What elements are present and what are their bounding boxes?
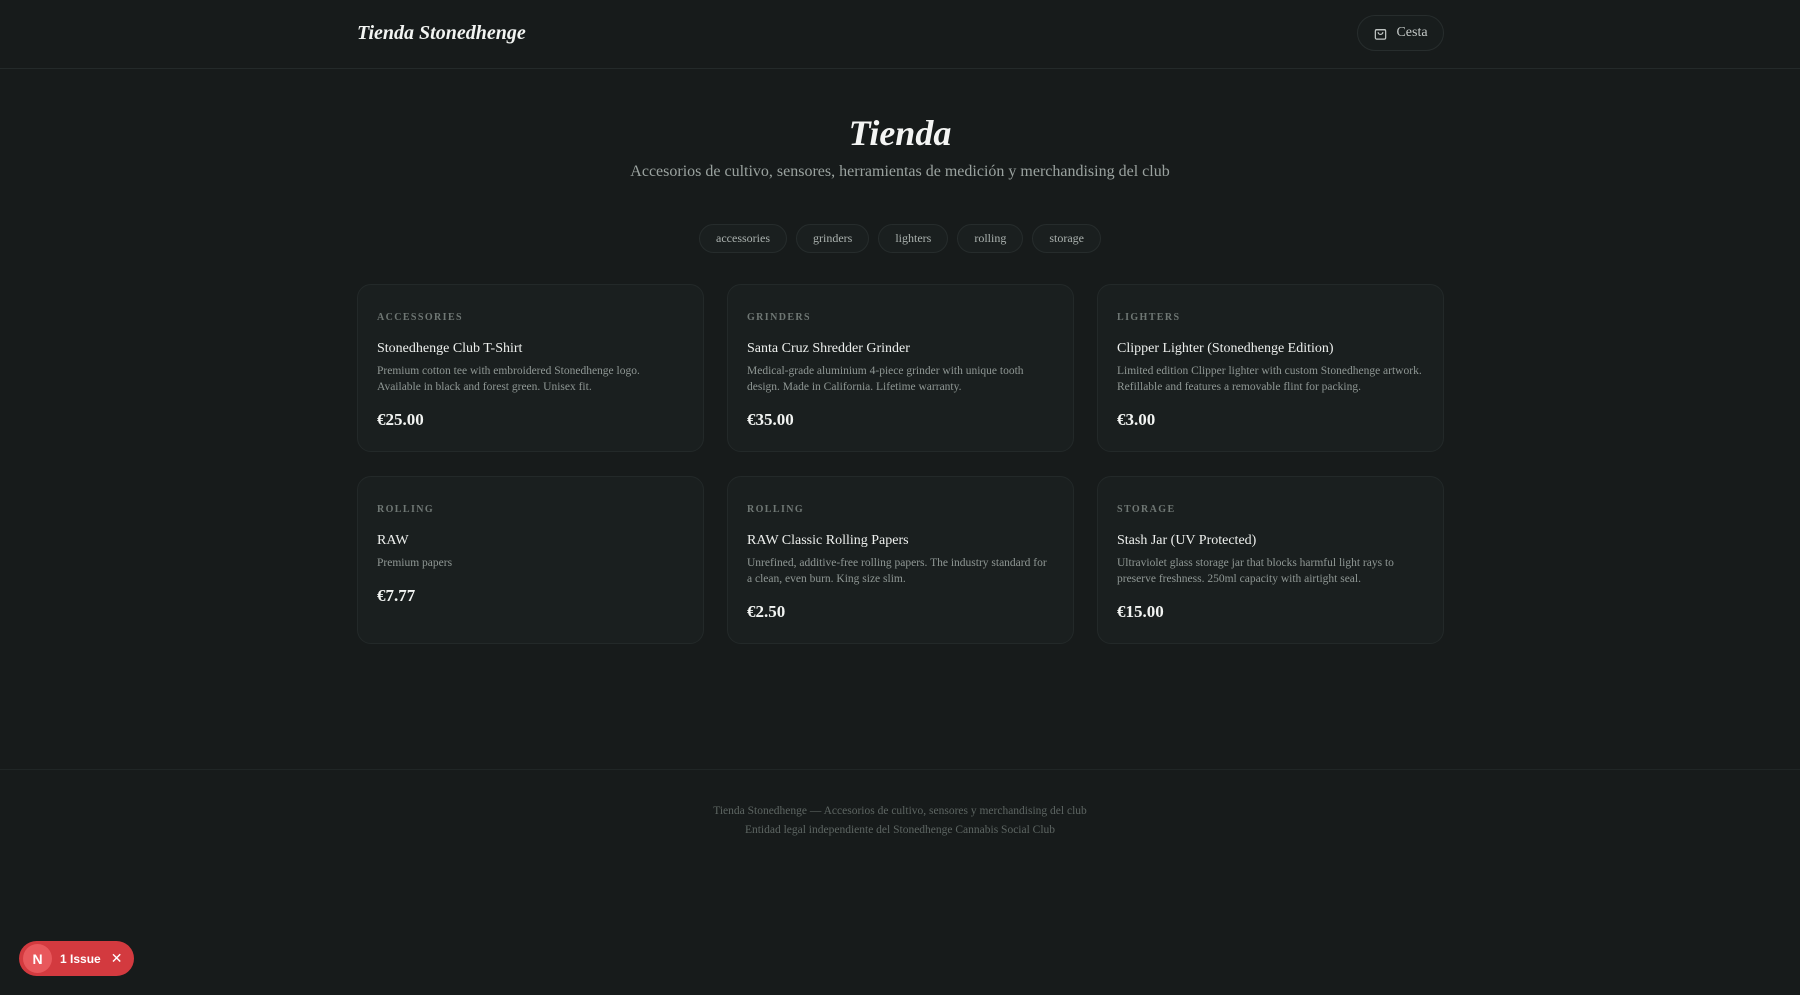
product-price: €25.00 [377,410,424,429]
product-category: ACCESSORIES [377,312,463,323]
brand-logo[interactable]: Tienda Stonedhenge [357,22,526,45]
product-card[interactable]: ACCESSORIES Stonedhenge Club T-Shirt Pre… [357,284,704,452]
product-category: ROLLING [747,504,805,515]
shopping-bag-icon [1375,28,1387,40]
product-price: €3.00 [1117,410,1156,429]
product-name: Stash Jar (UV Protected) [1117,533,1257,548]
product-description: Ultraviolet glass storage jar that block… [1117,557,1394,585]
product-category: GRINDERS [747,312,811,323]
product-card[interactable]: GRINDERS Santa Cruz Shredder Grinder Med… [727,284,1074,452]
filter-chip-rolling[interactable]: rolling [957,224,1024,253]
product-description: Premium papers [377,557,453,569]
nextjs-logo-icon: N [23,944,52,973]
product-card[interactable]: STORAGE Stash Jar (UV Protected) Ultravi… [1097,476,1444,644]
close-icon[interactable]: ✕ [111,950,123,967]
site-header: Tienda Stonedhenge Cesta [0,0,1800,69]
filter-chip-grinders[interactable]: grinders [796,224,870,253]
product-description: Limited edition Clipper lighter with cus… [1117,365,1422,393]
footer-line-2: Entidad legal independiente del Stonedhe… [744,824,1056,836]
product-card[interactable]: ROLLING RAW Premium papers €7.77 [357,476,704,644]
dev-issues-badge[interactable]: N 1 Issue ✕ [19,941,134,976]
issue-count-label: 1 Issue [60,951,101,966]
product-category: ROLLING [377,504,435,515]
site-footer: Tienda Stonedhenge — Accesorios de culti… [0,802,1800,840]
product-price: €35.00 [747,410,794,429]
filter-chip-storage[interactable]: storage [1032,224,1101,253]
footer-divider [0,769,1800,770]
product-description: Unrefined, additive-free rolling papers.… [747,557,1047,585]
product-name: Stonedhenge Club T-Shirt [377,341,523,356]
product-name: Santa Cruz Shredder Grinder [747,341,910,356]
product-name: RAW Classic Rolling Papers [747,533,909,548]
product-name: Clipper Lighter (Stonedhenge Edition) [1117,341,1334,356]
category-filters: accessories grinders lighters rolling st… [0,224,1800,253]
product-description: Medical-grade aluminium 4-piece grinder … [747,365,1024,393]
product-price: €2.50 [747,602,786,621]
page-title: Tienda [848,113,952,153]
product-grid: ACCESSORIES Stonedhenge Club T-Shirt Pre… [357,284,1444,644]
product-card[interactable]: LIGHTERS Clipper Lighter (Stonedhenge Ed… [1097,284,1444,452]
cart-label: Cesta [1396,25,1428,40]
filter-chip-accessories[interactable]: accessories [699,224,787,253]
product-price: €7.77 [377,586,416,605]
product-category: STORAGE [1117,504,1176,515]
product-card[interactable]: ROLLING RAW Classic Rolling Papers Unref… [727,476,1074,644]
cart-button[interactable]: Cesta [1357,15,1444,51]
product-description: Premium cotton tee with embroidered Ston… [377,365,640,393]
product-price: €15.00 [1117,602,1164,621]
footer-line-1: Tienda Stonedhenge — Accesorios de culti… [713,805,1087,817]
page-subtitle: Accesorios de cultivo, sensores, herrami… [630,163,1170,180]
product-name: RAW [377,533,409,548]
product-category: LIGHTERS [1117,312,1181,323]
filter-chip-lighters[interactable]: lighters [878,224,949,253]
